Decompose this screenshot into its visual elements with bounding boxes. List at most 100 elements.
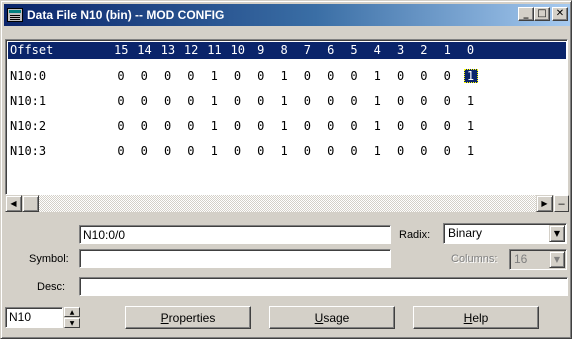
- bit-cell[interactable]: 0: [114, 119, 128, 133]
- bit-cell[interactable]: 0: [137, 69, 151, 83]
- bit-cell[interactable]: 0: [184, 69, 198, 83]
- bit-cell[interactable]: 0: [231, 119, 245, 133]
- scroll-thumb[interactable]: [22, 195, 39, 212]
- horizontal-scrollbar[interactable]: ◀ ▶: [5, 195, 553, 212]
- bit-cell[interactable]: 1: [370, 94, 384, 108]
- bit-cell[interactable]: 0: [137, 144, 151, 158]
- bit-cell[interactable]: 0: [137, 119, 151, 133]
- bit-cell[interactable]: 0: [440, 119, 454, 133]
- help-label: elp: [472, 310, 489, 325]
- symbol-field[interactable]: [79, 249, 391, 268]
- bit-cell[interactable]: 0: [114, 69, 128, 83]
- bit-cell[interactable]: 1: [464, 144, 478, 158]
- bit-cell[interactable]: 0: [394, 144, 408, 158]
- bit-column-header: 11: [207, 43, 222, 57]
- bit-cell[interactable]: 0: [254, 94, 268, 108]
- bit-cell[interactable]: 0: [440, 144, 454, 158]
- scroll-left-arrow-icon[interactable]: ◀: [5, 195, 22, 212]
- bit-cell[interactable]: 0: [347, 69, 361, 83]
- close-button[interactable]: ✕: [552, 7, 568, 21]
- row-offset: N10:2: [10, 119, 47, 133]
- bit-cell[interactable]: 0: [300, 144, 314, 158]
- bit-cell[interactable]: 1: [464, 119, 478, 133]
- bit-cell[interactable]: 0: [324, 144, 338, 158]
- minimize-button[interactable]: _: [518, 7, 534, 21]
- file-number-spinner[interactable]: ▲ ▼: [64, 307, 80, 328]
- bit-cell[interactable]: 0: [324, 69, 338, 83]
- bit-cell[interactable]: 0: [161, 119, 175, 133]
- bit-cell[interactable]: 0: [300, 94, 314, 108]
- bit-cell[interactable]: 1: [207, 94, 221, 108]
- bit-cell[interactable]: 0: [324, 94, 338, 108]
- bit-column-header: 9: [257, 43, 265, 57]
- bit-cell[interactable]: 0: [347, 94, 361, 108]
- scroll-right-arrow-icon[interactable]: ▶: [536, 195, 553, 212]
- description-field[interactable]: [79, 277, 568, 296]
- bit-cell[interactable]: 0: [440, 94, 454, 108]
- bit-cell[interactable]: 0: [417, 144, 431, 158]
- bit-cell[interactable]: 0: [231, 94, 245, 108]
- bit-cell[interactable]: 0: [114, 94, 128, 108]
- bit-cell[interactable]: 0: [184, 144, 198, 158]
- data-grid[interactable]: Offset 15 14 13 12 11 10 9 8 7 6 5 4 3 2 1 0 N10:0 0 0 0 0 1…: [5, 39, 568, 195]
- address-field[interactable]: N10:0/0: [79, 225, 391, 244]
- bit-cell[interactable]: 0: [417, 94, 431, 108]
- bit-cell[interactable]: 0: [417, 69, 431, 83]
- bit-cell[interactable]: 1: [370, 119, 384, 133]
- file-number-field[interactable]: N10: [5, 307, 63, 328]
- bit-cell[interactable]: 0: [300, 69, 314, 83]
- columns-value: 16: [514, 252, 528, 266]
- bit-cell[interactable]: 1: [277, 119, 291, 133]
- bit-column-header: 13: [160, 43, 176, 57]
- bit-cell[interactable]: 0: [231, 69, 245, 83]
- bit-cell[interactable]: 0: [417, 119, 431, 133]
- bit-cell[interactable]: 0: [161, 69, 175, 83]
- bit-cell[interactable]: 0: [184, 119, 198, 133]
- window-controls: _ □ ✕: [518, 7, 568, 21]
- usage-button[interactable]: Usage: [269, 306, 395, 329]
- spin-up-icon[interactable]: ▲: [64, 307, 80, 317]
- bit-cell[interactable]: 0: [347, 119, 361, 133]
- bit-column-header: 8: [280, 43, 288, 57]
- bit-cell[interactable]: 0: [347, 144, 361, 158]
- title-bar[interactable]: Data File N10 (bin) -- MOD CONFIG _ □ ✕: [4, 4, 570, 26]
- properties-button[interactable]: Properties: [125, 306, 251, 329]
- bit-cell[interactable]: 1: [207, 144, 221, 158]
- bit-cell[interactable]: 1: [370, 69, 384, 83]
- desc-label: Desc:: [37, 281, 66, 293]
- bit-cell[interactable]: 0: [161, 144, 175, 158]
- bit-cell[interactable]: 1: [207, 69, 221, 83]
- bit-cell[interactable]: 0: [394, 69, 408, 83]
- bit-cell[interactable]: 1: [277, 69, 291, 83]
- bit-cell[interactable]: 1: [207, 119, 221, 133]
- bit-cell[interactable]: 0: [394, 119, 408, 133]
- chevron-down-icon[interactable]: ▼: [549, 225, 565, 242]
- bit-cell[interactable]: 0: [254, 69, 268, 83]
- bit-column-header: 7: [303, 43, 311, 57]
- bit-cell[interactable]: 1: [277, 144, 291, 158]
- radix-select[interactable]: Binary ▼: [443, 223, 567, 244]
- properties-accel: P: [160, 310, 169, 325]
- spin-down-icon[interactable]: ▼: [64, 318, 80, 328]
- bit-cell[interactable]: 0: [254, 119, 268, 133]
- bit-cell[interactable]: 0: [114, 144, 128, 158]
- bit-cell[interactable]: 0: [184, 94, 198, 108]
- table-row: N10:2 0 0 0 0 1 0 0 1 0 0 0 1 0 0 0 1: [8, 118, 566, 135]
- bit-cell[interactable]: 0: [440, 69, 454, 83]
- bit-cell[interactable]: 1: [277, 94, 291, 108]
- maximize-button[interactable]: □: [534, 7, 550, 21]
- data-file-icon: [7, 8, 23, 22]
- bit-cell[interactable]: 0: [300, 119, 314, 133]
- bit-cell[interactable]: 1: [370, 144, 384, 158]
- bit-cell[interactable]: 0: [394, 94, 408, 108]
- bit-cell[interactable]: 0: [231, 144, 245, 158]
- help-button[interactable]: Help: [413, 306, 539, 329]
- split-view-button[interactable]: –: [554, 195, 569, 212]
- bit-cell[interactable]: 0: [137, 94, 151, 108]
- bit-cell[interactable]: 1: [464, 94, 478, 108]
- bit-cell[interactable]: 0: [161, 94, 175, 108]
- bit-cell[interactable]: 0: [324, 119, 338, 133]
- bit-cell[interactable]: 1: [463, 69, 478, 83]
- bit-column-header: 12: [183, 43, 199, 57]
- bit-cell[interactable]: 0: [254, 144, 268, 158]
